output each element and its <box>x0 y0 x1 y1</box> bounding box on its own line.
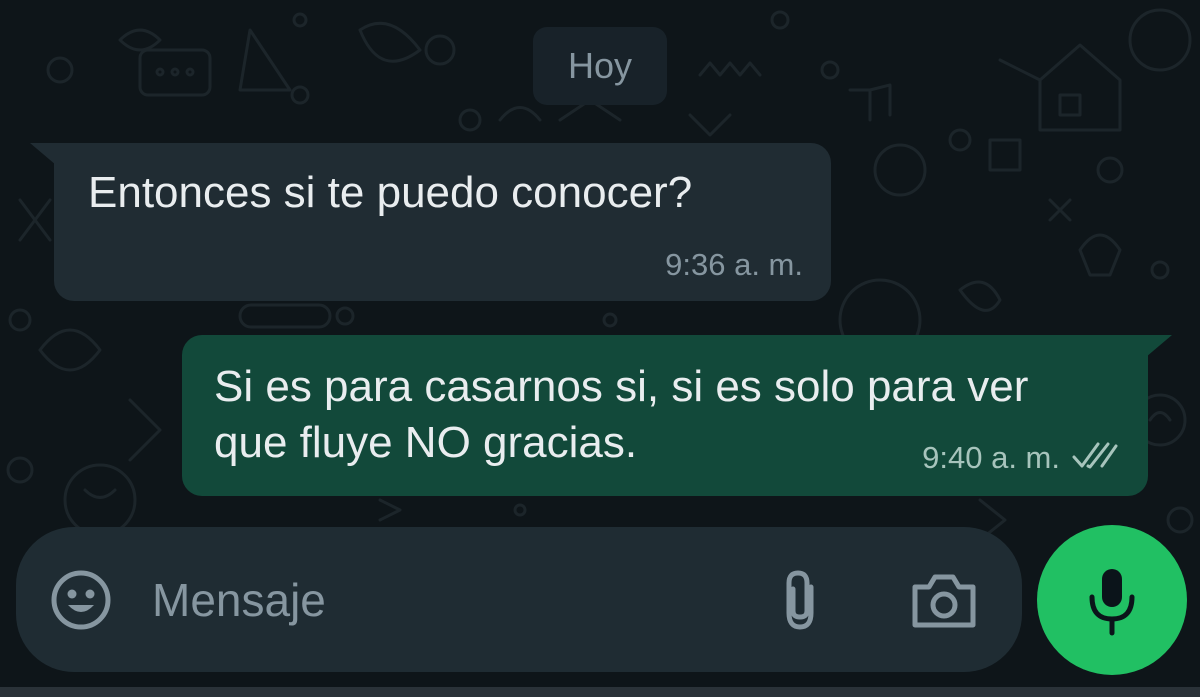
bottom-edge <box>0 687 1200 697</box>
microphone-icon[interactable] <box>1037 525 1187 675</box>
message-text: Entonces si te puedo conocer? <box>88 168 693 217</box>
chat-screen: Hoy Entonces si te puedo conocer? 9:36 a… <box>0 0 1200 697</box>
message-timestamp: 9:40 a. m. <box>922 440 1060 475</box>
outgoing-message[interactable]: Si es para casarnos si, si es solo para … <box>182 335 1148 496</box>
message-meta: 9:40 a. m. <box>922 440 1118 476</box>
message-composer <box>16 527 1022 672</box>
incoming-message[interactable]: Entonces si te puedo conocer? 9:36 a. m. <box>54 143 831 301</box>
paperclip-icon[interactable] <box>773 567 829 633</box>
incoming-bubble-tail <box>30 143 56 165</box>
emoji-icon[interactable] <box>50 569 112 631</box>
camera-icon[interactable] <box>909 571 979 631</box>
message-timestamp: 9:36 a. m. <box>665 247 803 282</box>
date-divider: Hoy <box>533 27 667 105</box>
double-check-icon <box>1072 441 1118 476</box>
message-input[interactable] <box>152 561 732 639</box>
outgoing-bubble-tail <box>1146 335 1172 357</box>
